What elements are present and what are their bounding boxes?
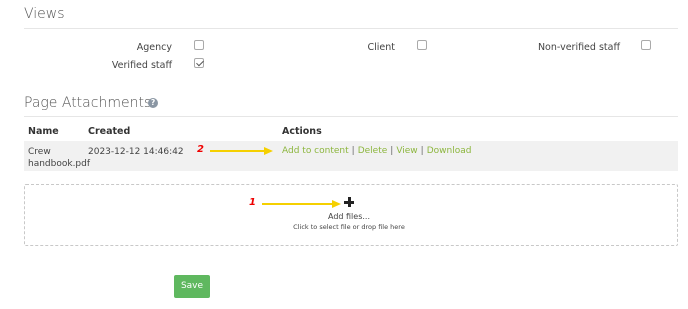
non-verified-staff-label: Non-verified staff: [537, 42, 620, 53]
file-created: 2023-12-12 14:46:42: [88, 147, 184, 157]
non-verified-staff-checkbox[interactable]: [641, 40, 651, 50]
agency-label: Agency: [136, 42, 172, 53]
save-button[interactable]: Save: [174, 275, 210, 298]
verified-staff-label: Verified staff: [111, 60, 172, 71]
client-checkbox[interactable]: [417, 40, 427, 50]
column-header-name: Name: [28, 126, 59, 137]
dropzone-title: Add files...: [327, 212, 370, 221]
separator: |: [420, 146, 424, 156]
separator: |: [351, 146, 355, 156]
callout-arrow-2: [210, 147, 273, 155]
delete-link[interactable]: Delete: [358, 146, 388, 156]
dropzone-subtitle: Click to select file or drop file here: [293, 223, 405, 231]
add-to-content-link[interactable]: Add to content: [282, 146, 349, 156]
callout-number-2: 2: [197, 144, 204, 155]
question-circle-icon[interactable]: ?: [148, 98, 158, 108]
view-link[interactable]: View: [396, 146, 417, 156]
callout-arrow-1: [262, 200, 341, 208]
file-name: Crew handbook.pdf: [28, 147, 91, 169]
callout-number-1: 1: [249, 197, 256, 208]
attachments-divider: [24, 116, 678, 117]
views-title: Views: [24, 6, 65, 22]
views-divider: [24, 28, 678, 29]
download-link[interactable]: Download: [427, 146, 472, 156]
column-header-created: Created: [88, 126, 131, 137]
attachments-title: Page Attachments: [24, 95, 152, 111]
row-actions: Add to content | Delete | View | Download: [282, 146, 471, 156]
agency-checkbox[interactable]: [194, 40, 204, 50]
separator: |: [390, 146, 394, 156]
client-label: Client: [367, 42, 395, 53]
verified-staff-checkbox[interactable]: [194, 58, 204, 68]
column-header-actions: Actions: [282, 126, 322, 137]
plus-icon[interactable]: [344, 197, 354, 207]
